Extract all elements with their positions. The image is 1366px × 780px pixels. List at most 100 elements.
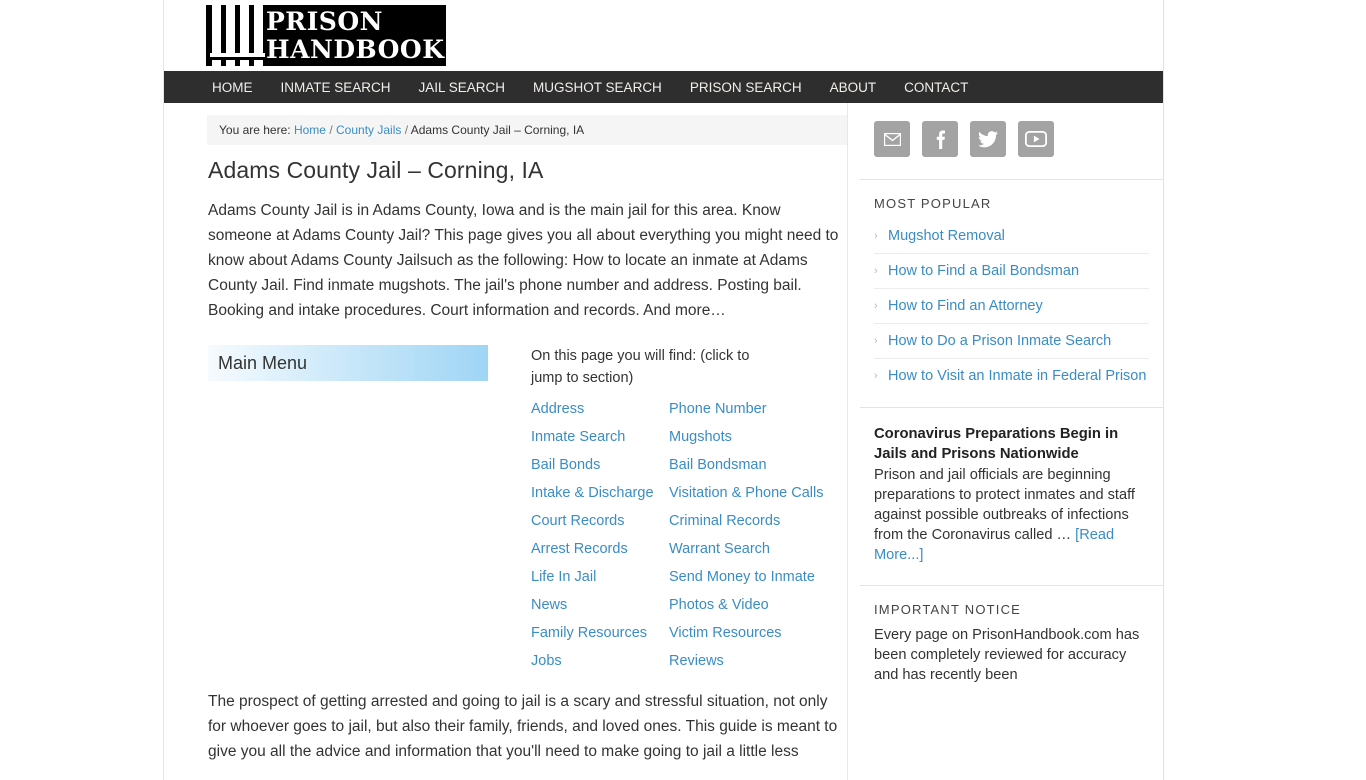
social-widget (860, 103, 1163, 180)
breadcrumb-link-home[interactable]: Home (294, 123, 326, 137)
jump-link-court-records[interactable]: Court Records (531, 507, 624, 535)
chevron-right-icon: › (874, 226, 878, 246)
jump-link-address[interactable]: Address (531, 395, 584, 423)
jump-link-cell: Address (531, 395, 669, 423)
breadcrumb-separator-2: / (405, 123, 408, 137)
jump-link-send-money-to-inmate[interactable]: Send Money to Inmate (669, 563, 815, 591)
nav-item-home[interactable]: HOME (212, 80, 253, 95)
jump-link-jobs[interactable]: Jobs (531, 647, 562, 675)
chevron-right-icon: › (874, 296, 878, 316)
jump-link-cell: Mugshots (669, 423, 847, 451)
jump-link-cell: Family Resources (531, 619, 669, 647)
main-navigation: HOME INMATE SEARCH JAIL SEARCH MUGSHOT S… (164, 71, 1163, 103)
facebook-icon[interactable] (922, 121, 958, 157)
nav-item-prison-search[interactable]: PRISON SEARCH (690, 80, 802, 95)
site-header: PRISON HANDBOOK (164, 0, 1163, 71)
jump-link-cell: Bail Bonds (531, 451, 669, 479)
jump-link-life-in-jail[interactable]: Life In Jail (531, 563, 596, 591)
main-menu-title: Main Menu (208, 345, 488, 381)
jump-link-reviews[interactable]: Reviews (669, 647, 724, 675)
jump-link-bail-bondsman[interactable]: Bail Bondsman (669, 451, 767, 479)
on-this-page-lead: On this page you will find: (click to ju… (531, 345, 781, 389)
important-notice-title: Important Notice (874, 602, 1149, 617)
prison-bars-icon (210, 5, 265, 66)
main-menu-widget: Main Menu (208, 345, 488, 675)
most-popular-title: Most Popular (874, 196, 1149, 211)
jump-link-inmate-search[interactable]: Inmate Search (531, 423, 625, 451)
list-item: › How to Find a Bail Bondsman (874, 254, 1149, 289)
nav-item-jail-search[interactable]: JAIL SEARCH (419, 80, 506, 95)
jump-link-family-resources[interactable]: Family Resources (531, 619, 647, 647)
breadcrumb-link-county-jails[interactable]: County Jails (336, 123, 401, 137)
breadcrumb: You are here: Home / County Jails / Adam… (207, 115, 848, 145)
popular-link-find-attorney[interactable]: › How to Find an Attorney (874, 296, 1149, 316)
site-logo[interactable]: PRISON HANDBOOK (206, 5, 446, 66)
chevron-right-icon: › (874, 366, 878, 386)
most-popular-list: › Mugshot Removal › How to Find a Bail B… (874, 219, 1149, 393)
jump-link-cell: Court Records (531, 507, 669, 535)
nav-item-inmate-search[interactable]: INMATE SEARCH (281, 80, 391, 95)
main-menu-row: Main Menu On this page you will find: (c… (208, 345, 847, 675)
jump-link-cell: Visitation & Phone Calls (669, 479, 847, 507)
jump-link-phone-number[interactable]: Phone Number (669, 395, 767, 423)
intro-paragraph: Adams County Jail is in Adams County, Io… (208, 198, 843, 323)
jump-link-cell: Victim Resources (669, 619, 847, 647)
jump-link-mugshots[interactable]: Mugshots (669, 423, 732, 451)
nav-item-mugshot-search[interactable]: MUGSHOT SEARCH (533, 80, 662, 95)
jump-link-cell: Inmate Search (531, 423, 669, 451)
jump-link-cell: Send Money to Inmate (669, 563, 847, 591)
youtube-icon[interactable] (1018, 121, 1054, 157)
twitter-icon[interactable] (970, 121, 1006, 157)
breadcrumb-separator-1: / (329, 123, 332, 137)
email-icon[interactable] (874, 121, 910, 157)
important-notice-widget: Important Notice Every page on PrisonHan… (860, 586, 1163, 699)
popular-link-visit-inmate-federal-prison[interactable]: › How to Visit an Inmate in Federal Pris… (874, 366, 1149, 386)
popular-link-label: How to Visit an Inmate in Federal Prison (888, 368, 1146, 384)
popular-link-find-bail-bondsman[interactable]: › How to Find a Bail Bondsman (874, 261, 1149, 281)
logo-line-2: HANDBOOK (266, 36, 444, 64)
logo-line-1: PRISON (266, 8, 444, 36)
popular-link-label: How to Find a Bail Bondsman (888, 263, 1079, 279)
jump-link-cell: Warrant Search (669, 535, 847, 563)
jump-link-cell: Photos & Video (669, 591, 847, 619)
nav-item-contact[interactable]: CONTACT (904, 80, 968, 95)
popular-link-label: How to Find an Attorney (888, 298, 1043, 314)
jump-link-visitation-phone-calls[interactable]: Visitation & Phone Calls (669, 479, 824, 507)
content-wrapper: You are here: Home / County Jails / Adam… (164, 103, 1163, 780)
social-icons-row (874, 121, 1149, 157)
jump-link-intake-discharge[interactable]: Intake & Discharge (531, 479, 654, 507)
list-item: › How to Find an Attorney (874, 289, 1149, 324)
list-item: › How to Visit an Inmate in Federal Pris… (874, 359, 1149, 393)
jump-link-warrant-search[interactable]: Warrant Search (669, 535, 770, 563)
jump-link-criminal-records[interactable]: Criminal Records (669, 507, 780, 535)
breadcrumb-prefix: You are here: (219, 123, 291, 137)
jump-link-cell: Intake & Discharge (531, 479, 669, 507)
popular-link-label: Mugshot Removal (888, 228, 1005, 244)
popular-link-label: How to Do a Prison Inmate Search (888, 333, 1111, 349)
jump-link-news[interactable]: News (531, 591, 567, 619)
chevron-right-icon: › (874, 261, 878, 281)
jump-link-photos-video[interactable]: Photos & Video (669, 591, 769, 619)
jump-link-cell: Bail Bondsman (669, 451, 847, 479)
nav-item-about[interactable]: ABOUT (830, 80, 877, 95)
featured-post-widget: Coronavirus Preparations Begin in Jails … (860, 408, 1163, 586)
important-notice-text: Every page on PrisonHandbook.com has bee… (874, 625, 1149, 685)
chevron-right-icon: › (874, 331, 878, 351)
jump-link-arrest-records[interactable]: Arrest Records (531, 535, 628, 563)
on-this-page-widget: On this page you will find: (click to ju… (531, 345, 847, 675)
jump-links-grid: Address Phone Number Inmate Search Mugsh… (531, 395, 847, 675)
jump-link-cell: Reviews (669, 647, 847, 675)
popular-link-mugshot-removal[interactable]: › Mugshot Removal (874, 226, 1149, 246)
list-item: › How to Do a Prison Inmate Search (874, 324, 1149, 359)
list-item: › Mugshot Removal (874, 219, 1149, 254)
sidebar: Most Popular › Mugshot Removal › How to … (847, 103, 1163, 780)
featured-post-title[interactable]: Coronavirus Preparations Begin in Jails … (874, 424, 1149, 464)
closing-paragraph: The prospect of getting arrested and goi… (208, 689, 843, 764)
popular-link-prison-inmate-search[interactable]: › How to Do a Prison Inmate Search (874, 331, 1149, 351)
main-content: You are here: Home / County Jails / Adam… (164, 103, 847, 780)
jump-link-bail-bonds[interactable]: Bail Bonds (531, 451, 600, 479)
jump-link-cell: Phone Number (669, 395, 847, 423)
featured-post-excerpt: Prison and jail officials are beginning … (874, 465, 1149, 565)
jump-link-victim-resources[interactable]: Victim Resources (669, 619, 782, 647)
most-popular-widget: Most Popular › Mugshot Removal › How to … (860, 180, 1163, 408)
